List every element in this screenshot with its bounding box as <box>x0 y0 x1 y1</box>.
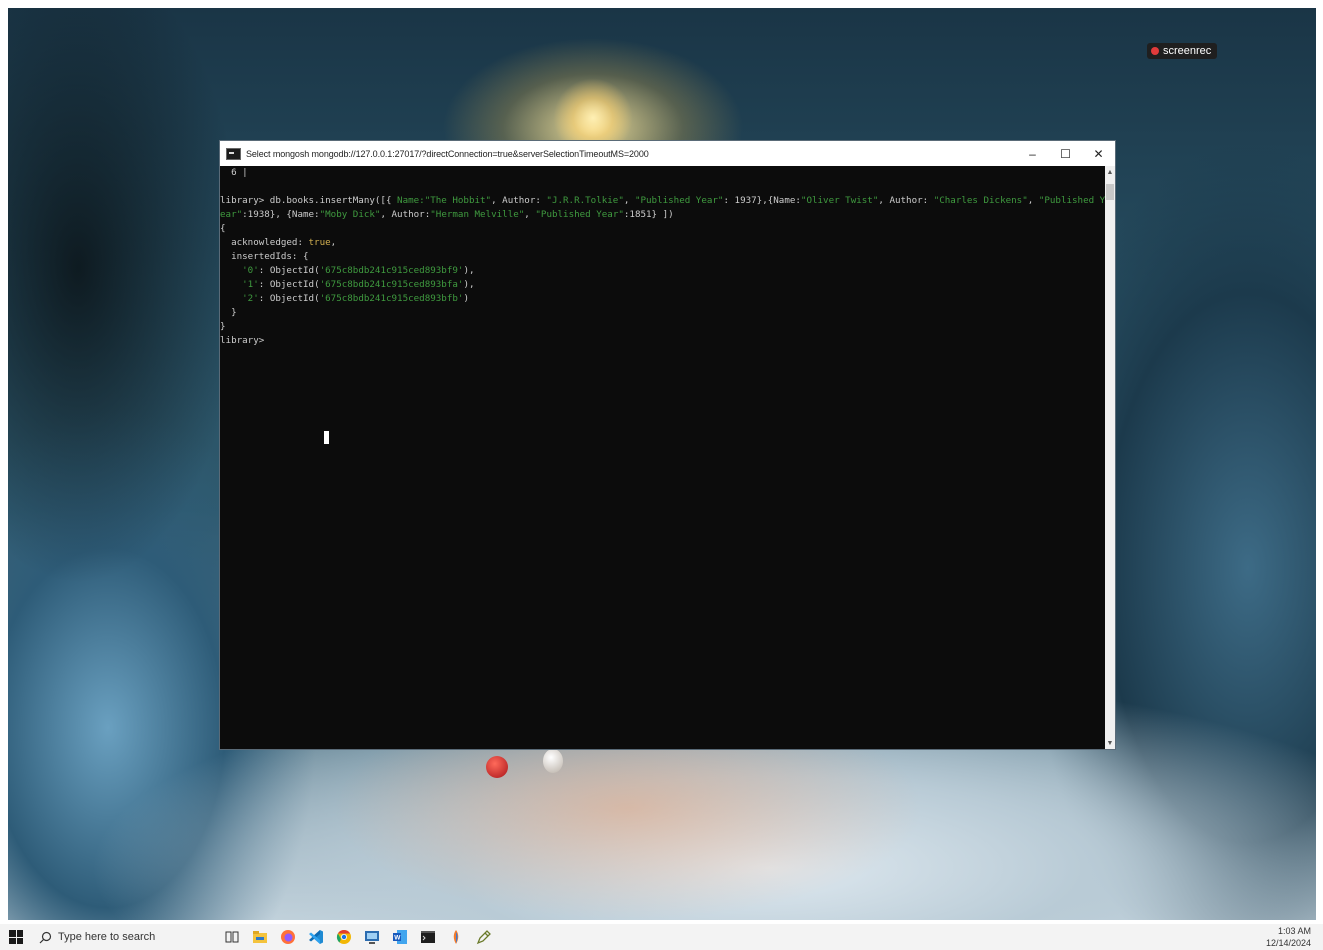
console-command-line: library> db.books.insertMany([{ Name:"Th… <box>220 194 1105 208</box>
id-index: '2' <box>242 293 259 304</box>
remote-desktop-icon[interactable] <box>363 928 381 946</box>
taskbar-apps: W <box>223 928 493 946</box>
objectid-call: : ObjectId( <box>258 279 320 290</box>
cmd-text: , Author: <box>380 209 431 220</box>
file-explorer-icon[interactable] <box>251 928 269 946</box>
cmd-text: , Author: <box>878 195 934 206</box>
result-open-brace: { <box>220 223 226 234</box>
cmd-text: , Author: <box>491 195 547 206</box>
final-prompt[interactable]: library> <box>220 334 1105 348</box>
minimize-button[interactable]: – <box>1016 141 1049 166</box>
inner-close-brace: } <box>220 307 237 318</box>
scroll-thumb[interactable] <box>1106 184 1114 200</box>
inserted-id-row: '0': ObjectId('675c8bdb241c915ced893bf9'… <box>220 264 1105 278</box>
record-dot-icon <box>1151 47 1159 55</box>
objectid-value: '675c8bdb241c915ced893bf9' <box>319 265 464 276</box>
svg-text:W: W <box>394 935 401 942</box>
clock-time: 1:03 AM <box>1277 926 1311 936</box>
id-index: '1' <box>242 279 259 290</box>
scroll-up-arrow-icon[interactable]: ▲ <box>1105 166 1115 178</box>
cmd-string: "Oliver Twist" <box>800 195 879 206</box>
ack-key: acknowledged: <box>220 237 309 248</box>
objectid-value: '675c8bdb241c915ced893bfa' <box>319 279 464 290</box>
wallpaper-ornament-white <box>543 749 563 773</box>
window-controls: – ☐ ✕ <box>1016 141 1115 166</box>
cmd-text: , <box>623 195 635 206</box>
cmd-text: , <box>1027 195 1039 206</box>
cmd-string: "The Hobbit" <box>424 195 492 206</box>
acknowledged-line: acknowledged: true, <box>220 236 1105 250</box>
cmd-text: :1851} ]) <box>623 209 674 220</box>
window-titlebar[interactable]: Select mongosh mongodb://127.0.0.1:27017… <box>220 141 1115 166</box>
vscode-icon[interactable] <box>307 928 325 946</box>
taskbar-search[interactable]: Type here to search <box>39 931 209 944</box>
cmd-string: "Published Year" <box>634 195 724 206</box>
window-title: Select mongosh mongodb://127.0.0.1:27017… <box>246 148 649 159</box>
console-window: Select mongosh mongodb://127.0.0.1:27017… <box>220 141 1115 749</box>
search-placeholder: Type here to search <box>58 931 156 943</box>
scroll-down-arrow-icon[interactable]: ▼ <box>1105 737 1115 749</box>
inserted-id-row: '1': ObjectId('675c8bdb241c915ced893bfa'… <box>220 278 1105 292</box>
taskbar: Type here to search W 1:03 AM 12/14/2024 <box>0 924 1323 950</box>
clock-date: 12/14/2024 <box>1265 938 1311 948</box>
text-cursor <box>324 431 329 444</box>
objectid-end: ), <box>463 265 475 276</box>
id-index: '0' <box>242 265 259 276</box>
objectid-call: : ObjectId( <box>258 265 320 276</box>
console-command-wrap: ear":1938}, {Name:"Moby Dick", Author:"H… <box>220 208 1105 222</box>
wallpaper-ornament-red <box>486 756 508 778</box>
console-line: 6 | <box>220 167 248 178</box>
result-close-brace: } <box>220 321 226 332</box>
cmd-string: "Charles Dickens" <box>933 195 1028 206</box>
search-icon <box>39 931 52 943</box>
prompt: library> <box>220 195 265 206</box>
objectid-end: ) <box>463 293 469 304</box>
close-button[interactable]: ✕ <box>1082 141 1115 166</box>
ack-value: true <box>308 237 331 248</box>
chrome-icon[interactable] <box>335 928 353 946</box>
firefox-icon[interactable] <box>279 928 297 946</box>
taskbar-clock[interactable]: 1:03 AM 12/14/2024 <box>1266 925 1311 949</box>
cmd-key: Name: <box>397 195 425 206</box>
cmd-string: ear" <box>220 209 243 220</box>
console-output[interactable]: 6 | library> db.books.insertMany([{ Name… <box>220 166 1105 749</box>
cmd-text: db.books.insertMany([{ <box>264 195 398 206</box>
windows-start-icon[interactable] <box>9 930 23 944</box>
console-scrollbar[interactable]: ▲ ▼ <box>1105 166 1115 749</box>
task-view-icon[interactable] <box>223 928 241 946</box>
cmd-text: : 1937},{Name: <box>723 195 801 206</box>
maximize-button[interactable]: ☐ <box>1049 141 1082 166</box>
cmd-string: "Published Year" <box>535 209 624 220</box>
terminal-icon[interactable] <box>419 928 437 946</box>
mongodb-compass-icon[interactable] <box>447 928 465 946</box>
cmd-text: , <box>524 209 536 220</box>
objectid-end: ), <box>463 279 475 290</box>
cmd-text: :1938}, {Name: <box>242 209 320 220</box>
screenrec-label: screenrec <box>1163 45 1212 57</box>
word-icon[interactable]: W <box>391 928 409 946</box>
cmd-string: "J.R.R.Tolkie" <box>546 195 624 206</box>
screenrec-badge[interactable]: screenrec <box>1147 43 1218 59</box>
cmd-string: "Moby Dick" <box>319 209 381 220</box>
pencil-app-icon[interactable] <box>475 928 493 946</box>
console-app-icon <box>226 147 241 160</box>
cmd-string: "Herman Melville" <box>430 209 525 220</box>
ack-comma: , <box>330 237 337 248</box>
objectid-value: '675c8bdb241c915ced893bfb' <box>319 293 464 304</box>
objectid-call: : ObjectId( <box>258 293 320 304</box>
cmd-string: "Published Y <box>1038 195 1105 206</box>
inserted-ids-line: insertedIds: { <box>220 251 309 262</box>
inserted-id-row: '2': ObjectId('675c8bdb241c915ced893bfb'… <box>220 292 1105 306</box>
